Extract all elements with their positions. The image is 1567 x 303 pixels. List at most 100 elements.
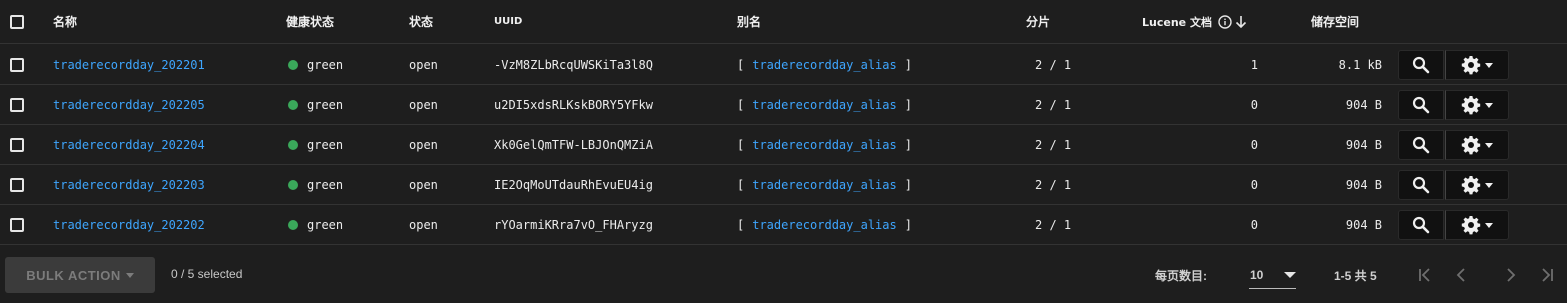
- page-range: 1-5 共 5: [1334, 269, 1377, 283]
- settings-menu-button[interactable]: [1445, 50, 1509, 80]
- settings-menu-button[interactable]: [1445, 170, 1509, 200]
- alias-bracket-close: ]: [904, 137, 912, 152]
- alias-bracket-open: [: [737, 137, 745, 152]
- index-name-link[interactable]: traderecordday_202205: [53, 85, 205, 124]
- row-checkbox[interactable]: [10, 125, 24, 164]
- docs-count: 0: [1250, 97, 1258, 112]
- storage-size: 904 B: [1345, 177, 1382, 192]
- col-lucene-docs-label: Lucene 文档: [1142, 15, 1212, 29]
- docs-count: 0: [1250, 177, 1258, 192]
- caret-down-icon: [1485, 62, 1493, 68]
- gear-icon: [1461, 216, 1481, 235]
- alias-link[interactable]: traderecordday_alias: [752, 98, 897, 112]
- alias-cell: [traderecordday_alias]: [737, 85, 912, 124]
- alias-bracket-open: [: [737, 177, 745, 192]
- status-text: open: [409, 177, 438, 192]
- alias-link[interactable]: traderecordday_alias: [752, 58, 897, 72]
- gear-icon: [1461, 56, 1481, 75]
- alias-cell: [ traderecordday_alias]: [737, 205, 912, 244]
- col-health[interactable]: 健康状态: [286, 0, 334, 43]
- health-text: green: [307, 217, 344, 232]
- table-footer: BULK ACTION 0 / 5 selected 每页数目: 10 1-5 …: [0, 245, 1567, 303]
- uuid-text: IE2OqMoUTdauRhEvuEU4ig: [494, 177, 653, 192]
- alias-bracket-close: ]: [904, 57, 912, 72]
- col-uuid[interactable]: UUID: [494, 0, 522, 43]
- alias-bracket-open: [: [737, 217, 745, 232]
- health-cell: green: [288, 45, 343, 84]
- rows-per-page-label: 每页数目:: [1155, 269, 1207, 283]
- search-button[interactable]: [1398, 90, 1444, 120]
- storage-size: 904 B: [1345, 97, 1382, 112]
- next-page-icon: [1507, 268, 1516, 282]
- col-name[interactable]: 名称: [53, 0, 77, 43]
- alias-link[interactable]: traderecordday_alias: [752, 178, 897, 192]
- col-storage[interactable]: 储存空间: [1311, 0, 1359, 43]
- health-cell: green: [288, 125, 343, 164]
- settings-menu-button[interactable]: [1445, 90, 1509, 120]
- alias-link[interactable]: traderecordday_alias: [752, 218, 897, 232]
- storage-size: 904 B: [1345, 137, 1382, 152]
- caret-down-icon: [1485, 142, 1493, 148]
- table-row: traderecordday_202205 green open u2DI5xd…: [0, 85, 1567, 125]
- row-checkbox[interactable]: [10, 45, 24, 84]
- health-dot-icon: [288, 139, 298, 150]
- index-name-link[interactable]: traderecordday_202204: [53, 125, 205, 164]
- row-checkbox[interactable]: [10, 205, 24, 244]
- alias-bracket-close: ]: [904, 177, 912, 192]
- docs-count: 1: [1250, 57, 1258, 72]
- first-page-icon: [1419, 268, 1430, 282]
- table-header: 名称 健康状态 状态 UUID 别名 分片 Lucene 文档 储存空间: [0, 0, 1567, 44]
- table-row: traderecordday_202201 green open -VzM8ZL…: [0, 45, 1567, 85]
- health-dot-icon: [288, 99, 298, 110]
- health-dot-icon: [288, 59, 298, 70]
- alias-bracket-close: ]: [904, 97, 912, 112]
- search-icon: [1412, 96, 1430, 114]
- search-button[interactable]: [1398, 130, 1444, 160]
- health-text: green: [307, 177, 344, 192]
- status-text: open: [409, 97, 438, 112]
- col-status[interactable]: 状态: [409, 0, 433, 43]
- index-name-link[interactable]: traderecordday_202202: [53, 205, 205, 244]
- alias-bracket-close: ]: [904, 217, 912, 232]
- col-lucene-docs[interactable]: Lucene 文档: [1142, 0, 1247, 43]
- alias-link[interactable]: traderecordday_alias: [752, 138, 897, 152]
- health-dot-icon: [288, 219, 298, 230]
- search-button[interactable]: [1398, 210, 1444, 240]
- prev-page-button[interactable]: [1448, 262, 1474, 288]
- index-name-link[interactable]: traderecordday_202201: [53, 45, 205, 84]
- next-page-button[interactable]: [1498, 262, 1524, 288]
- info-icon[interactable]: [1218, 14, 1232, 29]
- status-text: open: [409, 137, 438, 152]
- shards-text: 2 / 1: [1035, 177, 1072, 192]
- settings-menu-button[interactable]: [1445, 130, 1509, 160]
- health-cell: green: [288, 205, 343, 244]
- caret-down-icon: [1485, 102, 1493, 108]
- bulk-action-button[interactable]: BULK ACTION: [5, 257, 155, 293]
- index-name-link[interactable]: traderecordday_202203: [53, 165, 205, 204]
- gear-icon: [1461, 136, 1481, 155]
- shards-text: 2 / 1: [1035, 137, 1072, 152]
- row-checkbox[interactable]: [10, 165, 24, 204]
- uuid-text: Xk0GelQmTFW-LBJOnQMZiA: [494, 137, 653, 152]
- rows-per-page-select[interactable]: 10: [1249, 261, 1296, 289]
- alias-cell: [ traderecordday_alias]: [737, 165, 912, 204]
- storage-size: 8.1 kB: [1338, 57, 1382, 72]
- search-icon: [1412, 56, 1430, 74]
- first-page-button[interactable]: [1412, 262, 1438, 288]
- sort-arrow-down-icon[interactable]: [1235, 15, 1247, 29]
- alias-cell: [ traderecordday_alias]: [737, 125, 912, 164]
- table-row: traderecordday_202204 green open Xk0GelQ…: [0, 125, 1567, 165]
- settings-menu-button[interactable]: [1445, 210, 1509, 240]
- search-icon: [1412, 216, 1430, 234]
- rows-per-page-value: 10: [1250, 267, 1264, 282]
- health-cell: green: [288, 165, 343, 204]
- row-checkbox[interactable]: [10, 85, 24, 124]
- health-dot-icon: [288, 179, 298, 190]
- search-button[interactable]: [1398, 50, 1444, 80]
- col-shards[interactable]: 分片: [1026, 0, 1050, 43]
- col-alias[interactable]: 别名: [737, 0, 761, 43]
- select-all-checkbox[interactable]: [10, 0, 24, 43]
- last-page-button[interactable]: [1534, 262, 1560, 288]
- search-button[interactable]: [1398, 170, 1444, 200]
- shards-text: 2 / 1: [1035, 97, 1072, 112]
